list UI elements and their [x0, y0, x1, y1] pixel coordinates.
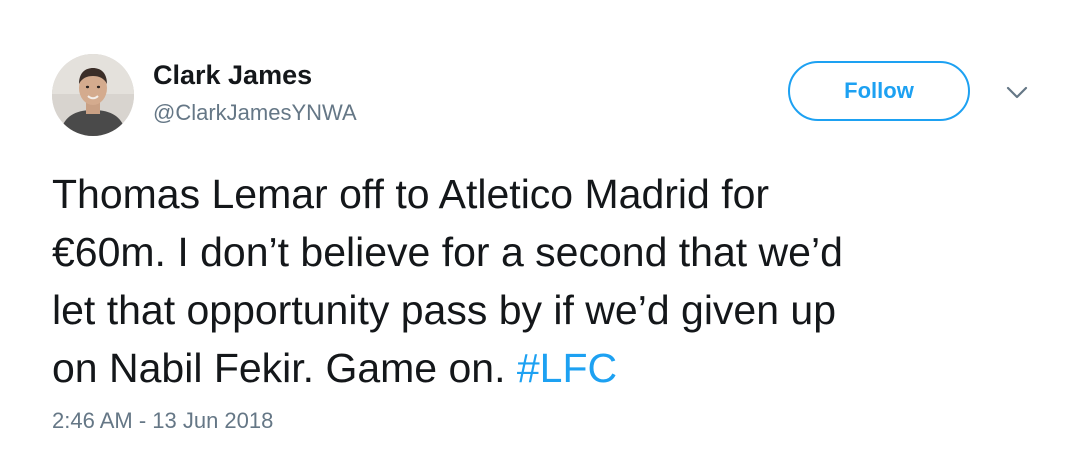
tweet-text-line: €60m. I don’t believe for a second that …: [52, 229, 843, 275]
hashtag-link[interactable]: #LFC: [517, 345, 617, 391]
author-handle[interactable]: @ClarkJamesYNWA: [153, 100, 357, 126]
tweet-text: Thomas Lemar off to Atletico Madrid for …: [52, 165, 1032, 397]
tweet-text-line: let that opportunity pass by if we’d giv…: [52, 287, 837, 333]
tweet-timestamp[interactable]: 2:46 AM - 13 Jun 2018: [52, 408, 273, 434]
tweet-card: Clark James @ClarkJamesYNWA Follow Thoma…: [0, 0, 1088, 460]
author-name[interactable]: Clark James: [153, 60, 312, 91]
follow-button[interactable]: Follow: [788, 61, 970, 121]
avatar-image: [52, 54, 134, 136]
chevron-down-icon: [1006, 86, 1028, 105]
tweet-menu-button[interactable]: [1002, 80, 1032, 110]
tweet-text-line: on Nabil Fekir. Game on. #LFC: [52, 339, 1032, 397]
tweet-text-segment: on Nabil Fekir. Game on.: [52, 345, 517, 391]
avatar[interactable]: [52, 54, 134, 136]
tweet-text-line: Thomas Lemar off to Atletico Madrid for: [52, 171, 770, 217]
